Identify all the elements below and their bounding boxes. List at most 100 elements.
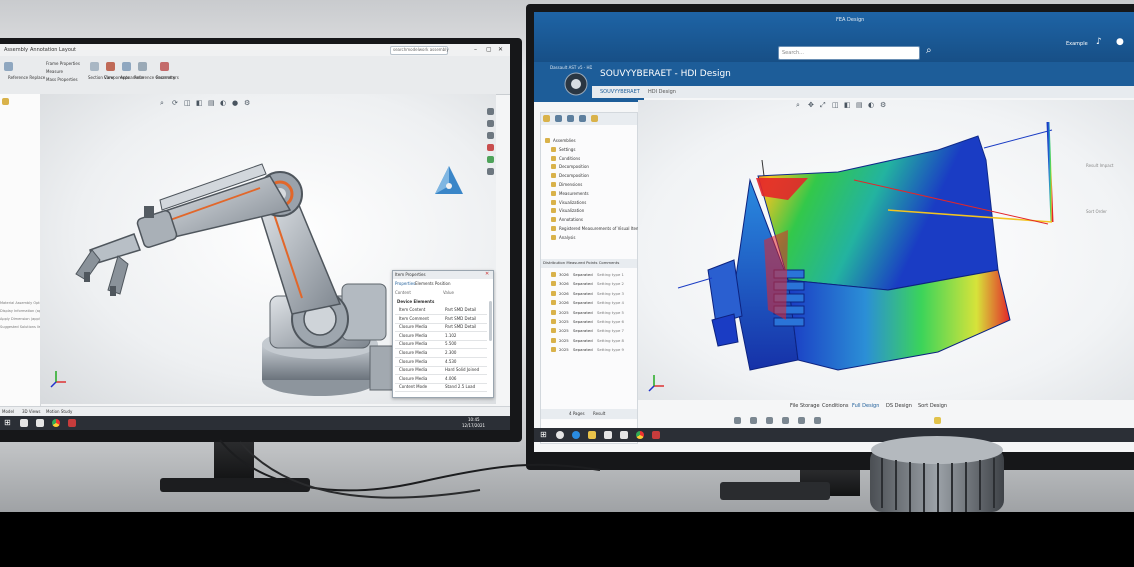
tab-result[interactable]: Result [593,412,605,416]
search-icon[interactable]: ⌕ [926,46,932,56]
bt-tool-6-icon[interactable] [814,417,821,424]
rv-settings-icon[interactable]: ⚙ [880,102,886,109]
tab-assembly[interactable]: Assembly [4,48,28,53]
result-list-item[interactable]: 2025 Separated Setting type 5 [543,309,635,317]
custom-props-icon[interactable] [487,156,494,163]
account-icon[interactable]: ● [1116,38,1124,47]
tab-3d-views[interactable]: 3D Views [22,410,40,414]
right-viewport[interactable]: ⌕ ✥ ⤢ ◫ ◧ ▤ ◐ ⚙ Result Impact Sort Order [638,100,1134,400]
tree-item[interactable]: Settings [543,146,635,154]
section-icon[interactable]: ▤ [208,100,215,107]
design-library-icon[interactable] [487,108,494,115]
appearances-tab-icon[interactable] [487,144,494,151]
tree-item[interactable]: Visualizations [543,199,635,207]
tree-item[interactable]: Visualization [543,207,635,215]
dialog-tab-properties[interactable]: Properties [395,282,415,286]
ribbon-parameters[interactable]: Parameters [156,76,179,80]
settings-view-icon[interactable]: ⚙ [244,100,250,107]
rotate-icon[interactable]: ⟳ [172,100,178,107]
tab-annotation-layout[interactable]: Annotation Layout [30,48,76,53]
tree-expand-icon[interactable] [567,115,574,122]
result-list-item[interactable]: 3026 Separated Setting type 1 [543,271,635,279]
dialog-close-icon[interactable]: ✕ [485,272,489,277]
tab-sort-design[interactable]: Sort Design [918,404,947,409]
rv-zoom-icon[interactable]: ⌕ [796,102,800,109]
parameters-icon[interactable] [160,62,169,71]
tree-item[interactable]: Dimensions [543,181,635,189]
rt-cad-icon[interactable] [652,431,660,439]
taskbar-clock[interactable]: 10:45 [468,418,480,422]
scene-icon[interactable]: ◐ [220,100,226,107]
ribbon-measure[interactable]: Measure [46,70,63,74]
tab-souvyyberaet[interactable]: SOUVYYBERAET [600,90,640,95]
bt-tool-5-icon[interactable] [798,417,805,424]
bt-tool-4-icon[interactable] [782,417,789,424]
taskbar-date[interactable]: 12/17/2021 [462,424,485,428]
tab-motion-study[interactable]: Motion Study [46,410,72,414]
tab-model[interactable]: Model [2,410,14,414]
user-name[interactable]: Example [1066,42,1088,47]
tree-move-icon[interactable] [579,115,586,122]
tree-item[interactable]: Decomposition [543,172,635,180]
tab-file-storage[interactable]: File Storage [790,404,820,409]
rv-display-icon[interactable]: ◧ [844,102,851,109]
appearance-icon[interactable] [122,62,131,71]
bt-tool-1-icon[interactable] [734,417,741,424]
zoom-icon[interactable]: ⌕ [160,100,164,107]
fea-stress-model[interactable] [638,120,1134,400]
maximize-icon[interactable]: ▢ [486,47,492,53]
taskbar-chrome-icon[interactable] [52,419,60,427]
ribbon-frame-properties[interactable]: Frame Properties [46,62,80,66]
minimize-icon[interactable]: – [474,47,477,53]
section-view-icon[interactable] [90,62,99,71]
right-search-box[interactable]: Search... [778,46,920,60]
file-explorer-icon[interactable] [487,120,494,127]
tab-pages[interactable]: 4 Pages [569,412,585,416]
start-icon[interactable]: ⊞ [4,419,11,427]
tree-item[interactable]: Decomposition [543,163,635,171]
view-palette-icon[interactable] [487,132,494,139]
dialog-row[interactable]: Content Mode Stand 2.5 Load [395,383,487,393]
rv-light-icon[interactable]: ◐ [868,102,874,109]
taskbar-mail-icon[interactable] [36,419,44,427]
left-search-box[interactable]: searchmodelwork assembly [390,46,449,55]
ribbon-reference-replace[interactable]: Reference Replace [8,76,45,80]
view-orientation-icon[interactable]: ◫ [184,100,191,107]
frame-properties-icon[interactable] [4,62,13,71]
tab-ds-design[interactable]: DS Design [886,404,912,409]
display-style-icon[interactable]: ◧ [196,100,203,107]
tree-item[interactable]: Registered Measurements of Visual Items [543,225,642,233]
tab-hdi-design[interactable]: HDI Design [648,90,676,95]
taskbar-camera-icon[interactable] [20,419,28,427]
feature-manager-icon[interactable] [2,98,9,105]
tab-conditions[interactable]: Conditions [822,404,848,409]
tree-shield-icon[interactable] [591,115,598,122]
dialog-tab-elements[interactable]: Elements Position [415,282,451,286]
bt-tool-2-icon[interactable] [750,417,757,424]
tree-filter-icon[interactable] [543,115,550,122]
tab-full-design[interactable]: Full Design [852,404,879,409]
bell-icon[interactable]: ♪ [1096,38,1102,47]
custom-props-2-icon[interactable] [487,168,494,175]
rv-pan-icon[interactable]: ✥ [808,102,814,109]
tree-item[interactable]: Conditions [543,155,635,163]
tree-item[interactable]: Analysis [543,234,635,242]
components-icon[interactable] [106,62,115,71]
taskbar-cad-icon[interactable] [68,419,76,427]
rv-section-icon[interactable]: ▤ [856,102,863,109]
tree-item[interactable]: Assemblies [543,137,635,145]
close-icon[interactable]: ✕ [498,47,503,53]
ribbon-mass-properties[interactable]: Mass Properties [46,78,78,82]
bt-tool-7-icon[interactable] [934,417,941,424]
tree-item[interactable]: Annotations [543,216,635,224]
result-list-item[interactable]: 2026 Separated Setting type 4 [543,299,635,307]
result-list-item[interactable]: 2026 Separated Setting type 3 [543,290,635,298]
tree-view-icon[interactable] [555,115,562,122]
bt-tool-3-icon[interactable] [766,417,773,424]
result-list-item[interactable]: 2025 Separated Setting type 9 [543,346,635,354]
rv-view-icon[interactable]: ◫ [832,102,839,109]
result-list-item[interactable]: 2025 Separated Setting type 7 [543,327,635,335]
dialog-scrollbar[interactable] [489,301,492,341]
tree-item[interactable]: Measurements [543,190,635,198]
result-list-item[interactable]: 2025 Separated Setting type 6 [543,318,635,326]
